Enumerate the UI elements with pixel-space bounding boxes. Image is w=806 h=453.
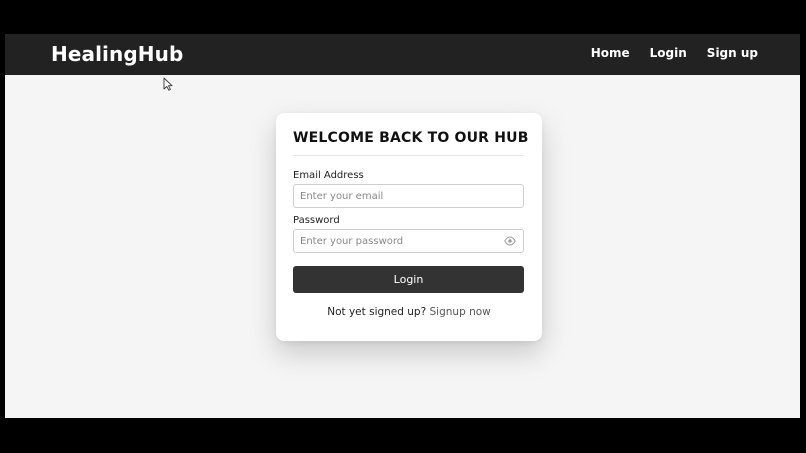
password-field[interactable] bbox=[293, 229, 524, 253]
card-title: WELCOME BACK TO OUR HUB bbox=[293, 130, 529, 146]
brand-logo[interactable]: HealingHub bbox=[51, 42, 183, 66]
nav-links: Home Login Sign up bbox=[591, 46, 758, 60]
nav-link-signup[interactable]: Sign up bbox=[707, 46, 758, 60]
browser-viewport: HealingHub Home Login Sign up WELCOME BA… bbox=[5, 34, 800, 418]
signup-prompt: Not yet signed up? bbox=[327, 306, 427, 318]
nav-link-login[interactable]: Login bbox=[650, 46, 687, 60]
title-divider bbox=[293, 155, 524, 156]
navbar: HealingHub Home Login Sign up bbox=[5, 34, 800, 75]
login-button[interactable]: Login bbox=[293, 266, 524, 293]
eye-icon[interactable] bbox=[504, 236, 516, 246]
signup-row: Not yet signed up? Signup now bbox=[276, 306, 542, 318]
signup-link[interactable]: Signup now bbox=[430, 306, 491, 318]
email-label: Email Address bbox=[293, 170, 364, 181]
password-label: Password bbox=[293, 215, 340, 226]
mouse-cursor-icon bbox=[163, 77, 173, 91]
email-input[interactable] bbox=[300, 185, 500, 207]
email-field[interactable] bbox=[293, 184, 524, 208]
password-input[interactable] bbox=[300, 230, 500, 252]
login-card: WELCOME BACK TO OUR HUB Email Address Pa… bbox=[276, 113, 542, 341]
nav-link-home[interactable]: Home bbox=[591, 46, 630, 60]
